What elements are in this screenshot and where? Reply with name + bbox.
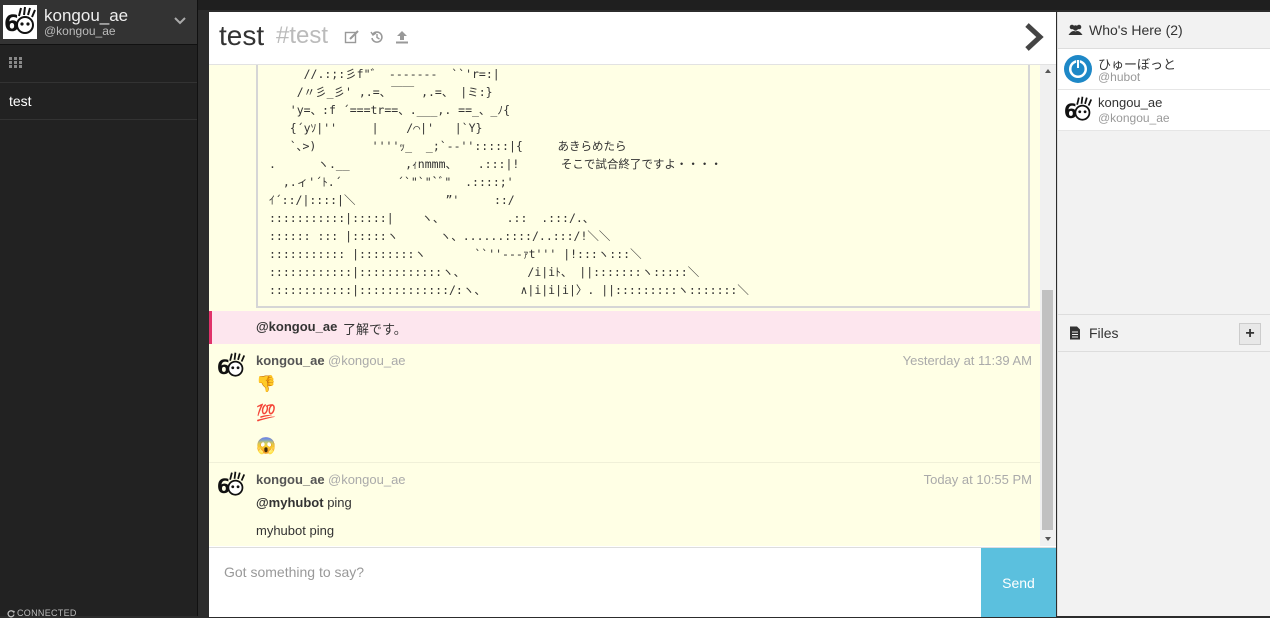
mention-text: 了解です。 (343, 322, 407, 337)
ascii-art-line: :::::::::::|:::::| ヽ、 .:: .:::/.、 (269, 211, 595, 225)
ascii-art-line: :::::: ::: |:::::ヽ ヽ、......::::/..:::/!＼… (269, 229, 611, 243)
whos-here-title: Who's Here (2) (1089, 22, 1183, 38)
emoji-scream: 😱 (256, 438, 276, 455)
message-time: Today at 10:55 PM (923, 472, 1032, 487)
upload-icon[interactable] (394, 29, 410, 45)
message-text-body: ping (327, 495, 352, 510)
ascii-art-line: ::::::::::::|::::::::::::ヽ、 /i|iﾄ、 ||:::… (269, 265, 700, 279)
ascii-art-line: ::::::::::: |::::::::ヽ ``''‐--ｧt''' |!::… (269, 247, 642, 261)
whos-here-handle: @hubot (1098, 70, 1141, 84)
sidebar-item-test[interactable]: test (0, 83, 197, 120)
ascii-art-line: ,.ィ'´ﾄ.´ ´`"`"`ﾞ" .::::;' (269, 175, 514, 189)
user-menu[interactable]: 6 kongou_ae @kongou_ae (0, 0, 197, 45)
refresh-icon (7, 609, 15, 618)
message-time: Yesterday at 11:39 AM (902, 353, 1032, 368)
ascii-art-line: ｲ´::/|::::|＼ ”' ::/ (269, 193, 515, 207)
user-name: kongou_ae (44, 6, 129, 25)
main-panel: test #test //.:;:彡f"゛ ------- ``'r=:| /〃… (209, 12, 1056, 617)
scroll-down-icon[interactable] (1044, 535, 1052, 543)
chevron-down-icon[interactable] (174, 16, 186, 26)
mention-message: @kongou_ae 了解です。 (209, 311, 1040, 344)
file-icon (1070, 326, 1080, 340)
history-icon[interactable] (369, 29, 385, 45)
user-handle: @kongou_ae (44, 24, 116, 38)
message-item: 6 kongou_ae @kongou_ae Yesterday at 11:3… (209, 346, 1040, 463)
composer: Send (209, 547, 1056, 617)
whos-here-handle: @kongou_ae (1098, 111, 1170, 125)
ascii-art-line: 'y=、:f ´===tr==、.___,. ==_、_ﾉ{ (269, 103, 511, 117)
emoji-hundred: 💯 (256, 405, 276, 422)
apps-row (0, 44, 197, 83)
ascii-art-line: {´yｿ|'' | /⌒|' |`Y} (269, 121, 483, 135)
ascii-art-line: /〃彡_彡' ,.=、￣￣ ,.=、 |ミ:} (269, 85, 493, 99)
send-button[interactable]: Send (981, 548, 1056, 617)
ascii-art-block: //.:;:彡f"゛ ------- ``'r=:| /〃彡_彡' ,.=、￣￣… (256, 65, 1030, 308)
connection-status: CONNECTED (7, 608, 77, 618)
message-handle: @kongou_ae (328, 353, 406, 368)
hubot-avatar (1064, 55, 1092, 83)
chevron-right-icon[interactable] (1022, 22, 1046, 52)
sidebar-item-label: test (9, 93, 32, 109)
right-panel: Who's Here (2) ひゅーぼっと @hubot 6 kongou_ae… (1057, 12, 1270, 616)
message-avatar[interactable]: 6 (216, 470, 246, 500)
room-title: test (219, 20, 265, 51)
files-header: Files + (1058, 314, 1270, 352)
users-icon (1068, 24, 1083, 35)
emoji-thumbs-down: 👎 (256, 376, 276, 393)
message-user[interactable]: kongou_ae (256, 472, 325, 487)
edit-icon[interactable] (344, 29, 360, 45)
message-avatar[interactable]: 6 (216, 351, 246, 381)
message-user[interactable]: kongou_ae (256, 353, 325, 368)
user-avatar: 6 (3, 5, 37, 39)
message-item: 6 kongou_ae @kongou_ae Today at 10:55 PM… (209, 465, 1040, 546)
whos-here-user[interactable]: ひゅーぼっと @hubot (1058, 49, 1270, 90)
grid-icon[interactable] (9, 57, 22, 68)
whos-here-name: kongou_ae (1098, 95, 1163, 110)
files-title: Files (1089, 325, 1119, 341)
message-scrollbar[interactable] (1040, 65, 1056, 546)
message-mention[interactable]: @myhubot (256, 495, 324, 510)
room-header: test #test (209, 12, 1056, 65)
scroll-thumb[interactable] (1042, 290, 1053, 530)
whos-here-header: Who's Here (2) (1058, 12, 1270, 49)
message-text: @myhubot ping (256, 495, 352, 510)
scroll-up-icon[interactable] (1044, 67, 1052, 75)
message-input[interactable] (209, 548, 979, 617)
message-handle: @kongou_ae (328, 472, 406, 487)
room-slug: #test (276, 22, 329, 49)
left-sidebar: 6 kongou_ae @kongou_ae test CONNECTED (0, 0, 198, 618)
message-text: myhubot ping (256, 523, 335, 538)
add-file-button[interactable]: + (1239, 323, 1261, 345)
mention-user[interactable]: @kongou_ae (256, 319, 337, 334)
ascii-art-line: `､>) ''''ｯ_ _;`-‐'':::::|{ あきらめたら (269, 139, 627, 153)
user-avatar: 6 (1063, 95, 1093, 125)
whos-here-user[interactable]: 6 kongou_ae @kongou_ae (1058, 90, 1270, 131)
ascii-art-line: //.:;:彡f"゛ ------- ``'r=:| (269, 67, 500, 81)
ascii-art-line: ::::::::::::|:::::::::::::/:ヽ、 ∧|i|i|i|〉… (269, 283, 749, 297)
connection-status-label: CONNECTED (17, 608, 77, 618)
ascii-art-line: . ヽ.__ ,ｨnmmm、 .:::|! そこで試合終了ですよ・・・・ (269, 157, 722, 171)
message-list[interactable]: //.:;:彡f"゛ ------- ``'r=:| /〃彡_彡' ,.=、￣￣… (209, 65, 1040, 546)
